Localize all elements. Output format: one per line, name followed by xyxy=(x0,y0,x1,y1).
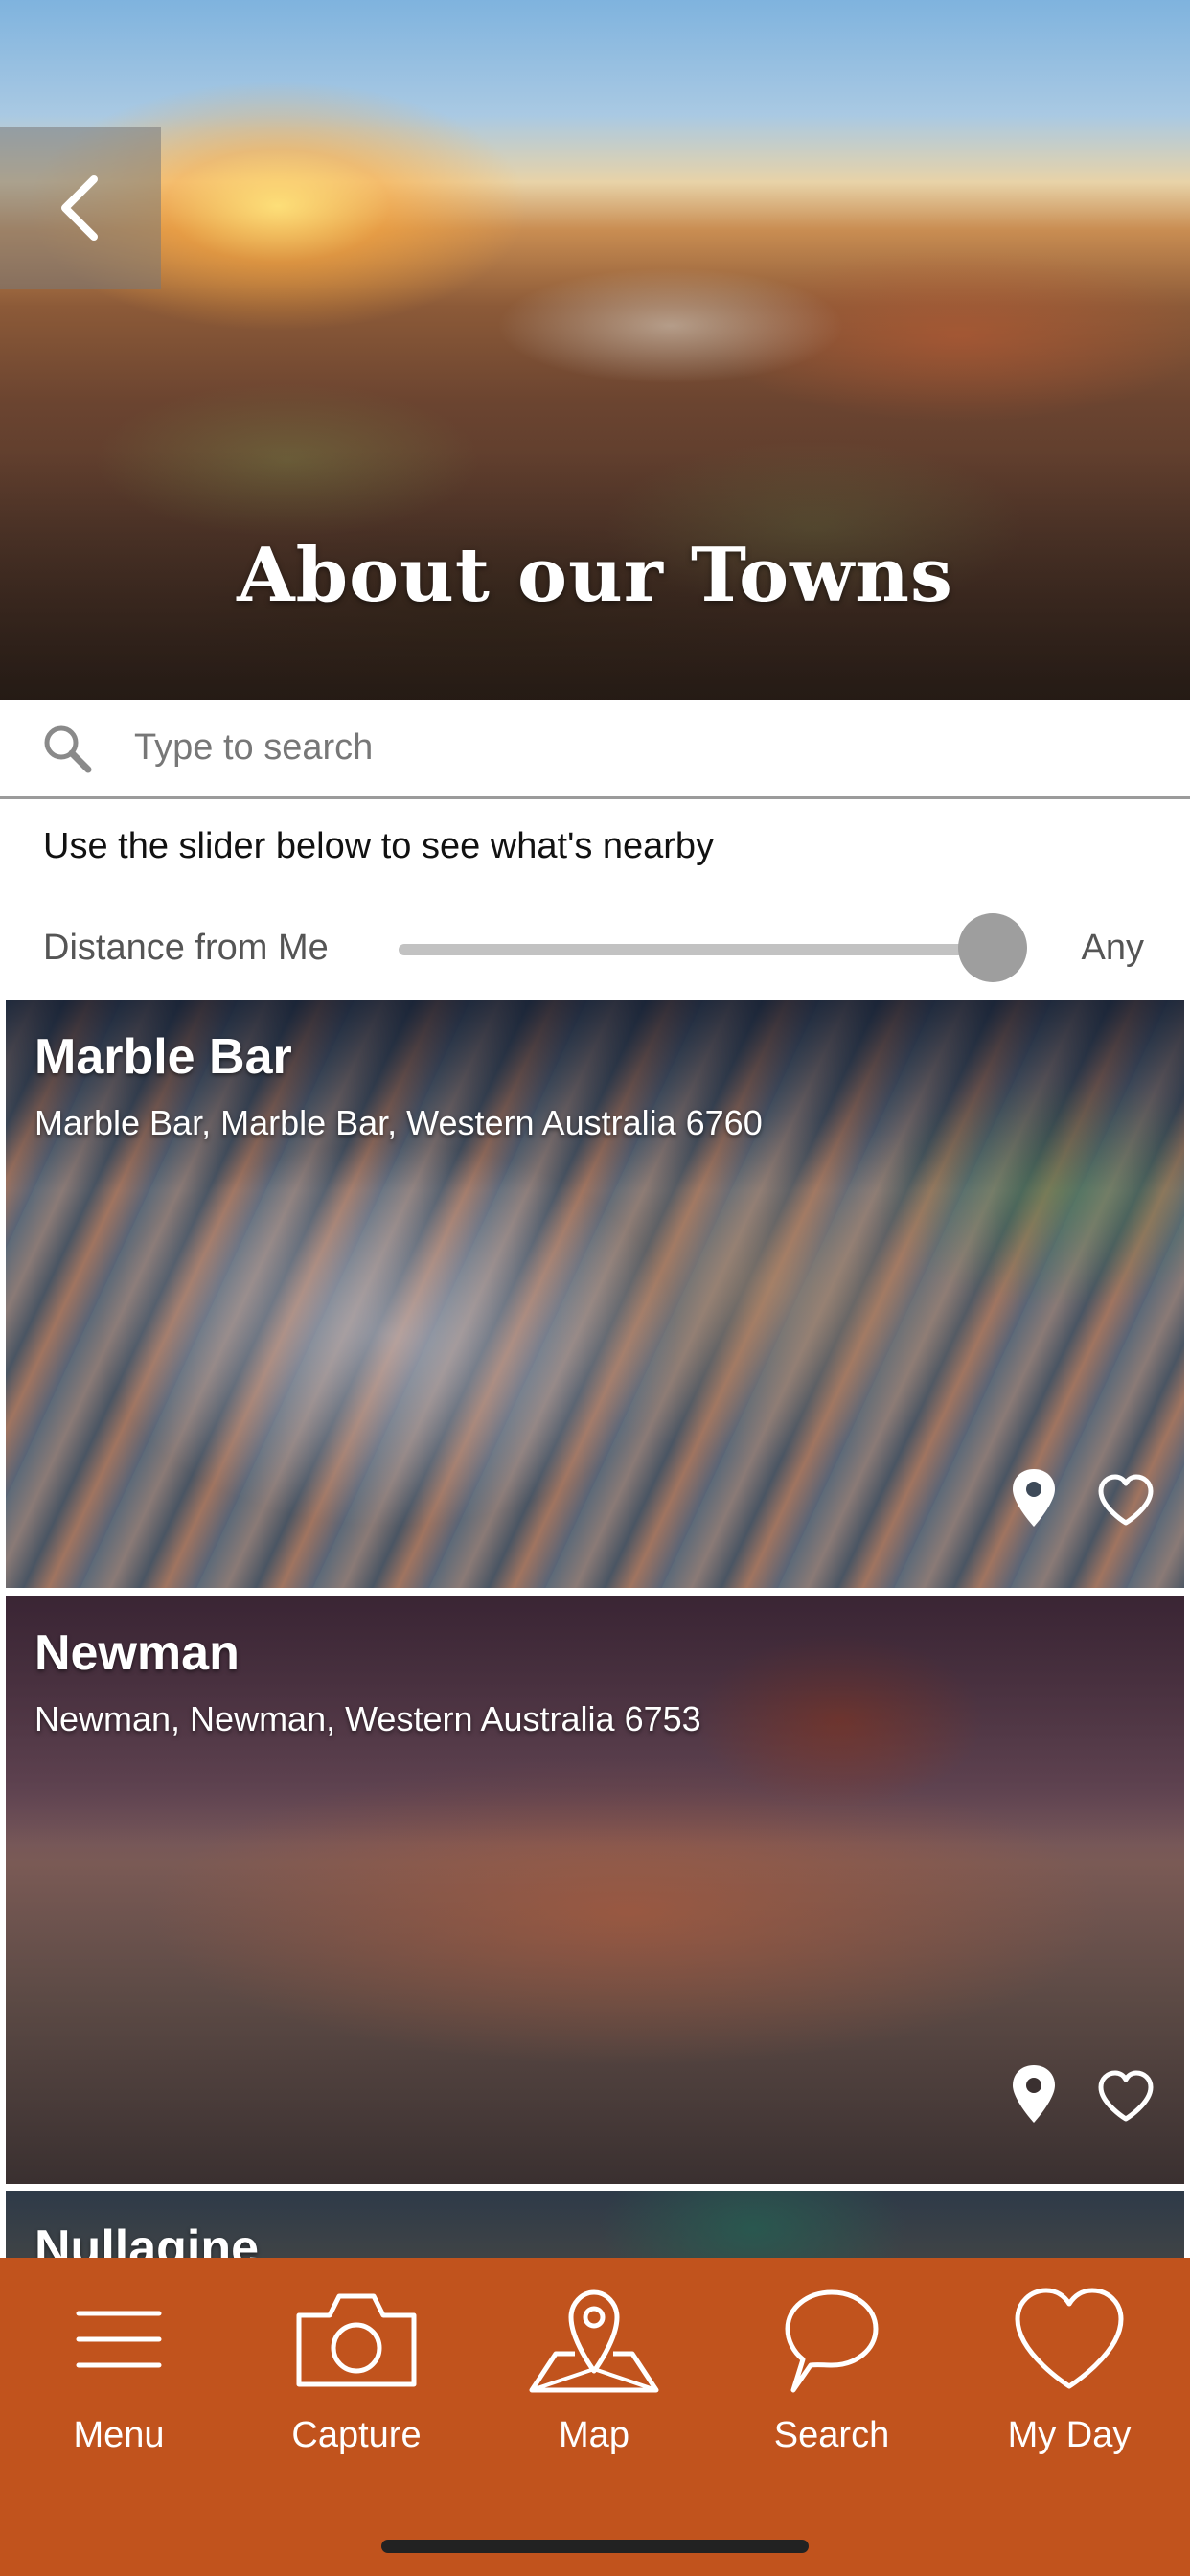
nav-capture[interactable]: Capture xyxy=(238,2277,475,2488)
speech-bubble-icon xyxy=(785,2289,879,2393)
location-pin-icon[interactable] xyxy=(1010,2063,1058,2125)
location-pin-icon[interactable] xyxy=(1010,1467,1058,1529)
nav-capture-label: Capture xyxy=(291,2415,422,2455)
search-input[interactable] xyxy=(134,709,1140,787)
town-name: Marble Bar xyxy=(34,1029,292,1085)
town-address: Marble Bar, Marble Bar, Western Australi… xyxy=(34,1103,763,1142)
nav-menu[interactable]: Menu xyxy=(0,2277,238,2488)
town-card-newman[interactable]: Newman Newman, Newman, Western Australia… xyxy=(6,1596,1184,2184)
bottom-navigation: Menu Capture Map Search My Day xyxy=(0,2258,1190,2576)
search-icon xyxy=(44,725,92,772)
map-pin-icon xyxy=(529,2289,659,2393)
town-address: Newman, Newman, Western Australia 6753 xyxy=(34,1699,701,1738)
slider-hint-text: Use the slider below to see what's nearb… xyxy=(43,826,715,866)
heart-icon xyxy=(1015,2288,1124,2389)
nav-my-day[interactable]: My Day xyxy=(950,2277,1188,2488)
distance-slider-thumb[interactable] xyxy=(958,913,1027,982)
town-card-marble-bar[interactable]: Marble Bar Marble Bar, Marble Bar, Weste… xyxy=(6,1000,1184,1588)
distance-slider-label: Distance from Me xyxy=(43,928,329,968)
heart-icon[interactable] xyxy=(1096,2069,1156,2123)
page-title: About our Towns xyxy=(237,532,953,619)
distance-filter: Distance from Me Any xyxy=(0,910,1190,987)
home-indicator[interactable] xyxy=(381,2540,809,2553)
nav-my-day-label: My Day xyxy=(1007,2415,1132,2455)
distance-slider-track[interactable] xyxy=(399,944,993,955)
nav-map[interactable]: Map xyxy=(475,2277,713,2488)
heart-icon[interactable] xyxy=(1096,1473,1156,1527)
distance-slider-value: Any xyxy=(1081,928,1144,968)
town-name: Newman xyxy=(34,1625,240,1681)
chevron-left-icon xyxy=(61,175,98,241)
search-bar xyxy=(0,700,1190,799)
hamburger-menu-icon xyxy=(76,2311,162,2368)
nav-search[interactable]: Search xyxy=(713,2277,950,2488)
camera-icon xyxy=(296,2293,417,2387)
nav-map-label: Map xyxy=(559,2415,629,2455)
back-button[interactable] xyxy=(0,126,161,289)
nav-menu-label: Menu xyxy=(73,2415,165,2455)
hero-banner: About our Towns xyxy=(0,0,1190,700)
nav-search-label: Search xyxy=(773,2415,890,2455)
